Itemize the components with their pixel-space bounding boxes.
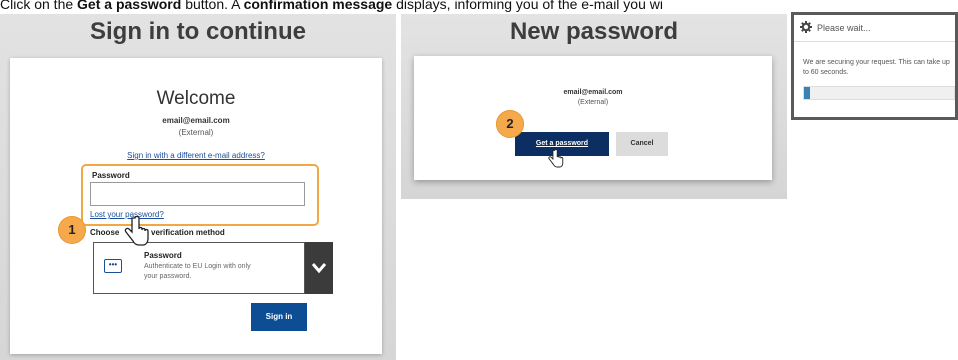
caption-text-1: Click on the <box>0 0 78 12</box>
new-password-panel: New password email@email.com (External) … <box>401 14 787 199</box>
dialog-header: Please wait... <box>794 15 955 42</box>
password-dots-icon: ••• <box>104 259 122 273</box>
sign-in-panel: Sign in to continue Welcome email@email.… <box>0 14 396 360</box>
welcome-title: Welcome <box>156 88 236 109</box>
sign-in-button[interactable]: Sign in <box>251 303 307 331</box>
different-email-link[interactable]: Sign in with a different e-mail address? <box>10 151 382 160</box>
new-password-heading: New password <box>509 18 679 45</box>
account-email: email@email.com <box>162 116 230 125</box>
password-label: Password <box>92 171 130 180</box>
account-type: (External) <box>178 128 214 137</box>
verification-method-select[interactable]: ••• Password Authenticate to EU Login wi… <box>93 242 305 294</box>
choose-method-label-rest: verification method <box>151 228 225 237</box>
account-email: email@email.com <box>563 89 623 96</box>
hand-cursor-icon <box>548 149 564 168</box>
step-1-badge: 1 <box>58 216 86 244</box>
sign-in-heading: Sign in to continue <box>90 18 306 45</box>
chevron-down-icon <box>311 263 327 274</box>
gear-icon <box>800 21 812 33</box>
password-input[interactable] <box>90 182 305 206</box>
caption-bold-1: Get a password <box>77 0 182 12</box>
caption-bold-2: confirmation message <box>243 0 393 12</box>
dialog-title: Please wait... <box>817 23 871 33</box>
caption-text-3: displays, informing you of the e-mail yo… <box>392 0 663 12</box>
account-type: (External) <box>577 99 609 106</box>
method-title: Password <box>144 251 182 260</box>
please-wait-dialog: Please wait... We are securing your requ… <box>791 12 958 120</box>
step-2-badge: 2 <box>496 110 524 138</box>
caption-text-2: button. A <box>181 0 244 12</box>
new-password-card: email@email.com (External) Get a passwor… <box>414 56 772 180</box>
progress-fill <box>804 87 810 99</box>
method-description: Authenticate to EU Login with only your … <box>144 263 251 280</box>
dialog-message: We are securing your request. This can t… <box>803 59 950 76</box>
progress-bar <box>803 86 955 100</box>
hand-cursor-icon <box>124 216 149 246</box>
choose-method-label: Choose <box>90 228 120 237</box>
cancel-button[interactable]: Cancel <box>616 132 668 156</box>
sign-in-card: Welcome email@email.com (External) Sign … <box>10 58 382 354</box>
method-dropdown-toggle[interactable] <box>305 242 333 294</box>
